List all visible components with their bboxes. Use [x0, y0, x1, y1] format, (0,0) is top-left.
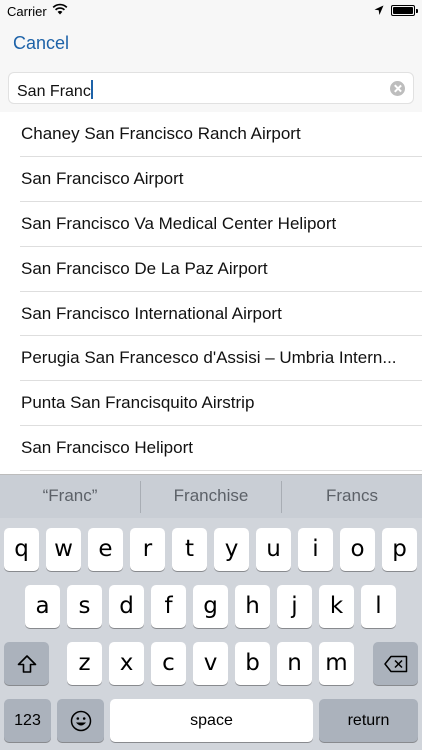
- key-d[interactable]: d: [109, 585, 144, 628]
- result-label: Perugia San Francesco d'Assisi – Umbria …: [21, 348, 397, 368]
- key-i[interactable]: i: [298, 528, 333, 571]
- suggestion-quoted[interactable]: “Franc”: [0, 475, 140, 519]
- key-h[interactable]: h: [235, 585, 270, 628]
- wifi-icon: [52, 3, 68, 18]
- suggestion-francs[interactable]: Francs: [282, 475, 422, 519]
- emoji-icon: [70, 710, 91, 731]
- carrier-label: Carrier: [7, 4, 47, 19]
- key-t[interactable]: t: [172, 528, 207, 571]
- key-f[interactable]: f: [151, 585, 186, 628]
- key-l[interactable]: l: [361, 585, 396, 628]
- key-z[interactable]: z: [67, 642, 102, 685]
- key-c[interactable]: c: [151, 642, 186, 685]
- result-item[interactable]: San Francisco International Airport: [20, 292, 422, 337]
- result-label: Punta San Francisquito Airstrip: [21, 393, 255, 413]
- delete-icon: [383, 655, 407, 672]
- result-label: San Francisco Airport: [21, 168, 184, 188]
- result-item[interactable]: San Francisco Airport: [20, 157, 422, 202]
- key-x[interactable]: x: [109, 642, 144, 685]
- result-item[interactable]: San Francisco Heliport: [20, 426, 422, 472]
- result-label: San Francisco Va Medical Center Heliport: [21, 213, 337, 233]
- numbers-key[interactable]: 123: [4, 699, 51, 742]
- result-label: San Francisco International Airport: [21, 303, 282, 323]
- key-w[interactable]: w: [46, 528, 81, 571]
- key-o[interactable]: o: [340, 528, 375, 571]
- key-e[interactable]: e: [88, 528, 123, 571]
- result-item[interactable]: Punta San Francisquito Airstrip: [20, 381, 422, 427]
- key-y[interactable]: y: [214, 528, 249, 571]
- text-caret: [90, 80, 93, 99]
- key-s[interactable]: s: [67, 585, 102, 628]
- result-label: San Francisco Heliport: [21, 438, 193, 458]
- result-label: Chaney San Francisco Ranch Airport: [21, 124, 301, 143]
- key-g[interactable]: g: [193, 585, 228, 628]
- location-arrow-icon: [374, 4, 384, 19]
- result-item[interactable]: San Francisco Va Medical Center Heliport: [20, 202, 422, 247]
- suggestion-bar: “Franc” Franchise Francs: [0, 474, 422, 518]
- key-a[interactable]: a: [25, 585, 60, 628]
- status-bar: Carrier: [0, 0, 422, 22]
- keyboard: “Franc” Franchise Francs q w e r t y u i…: [0, 474, 422, 750]
- cancel-button[interactable]: Cancel: [13, 33, 69, 54]
- search-field[interactable]: San Franc: [8, 72, 414, 104]
- delete-key[interactable]: [373, 642, 418, 685]
- space-key[interactable]: space: [110, 699, 313, 742]
- search-value: San Franc: [17, 83, 91, 100]
- key-q[interactable]: q: [4, 528, 39, 571]
- shift-key[interactable]: [4, 642, 49, 685]
- return-key[interactable]: return: [319, 699, 418, 742]
- shift-icon: [17, 654, 36, 673]
- key-v[interactable]: v: [193, 642, 228, 685]
- key-n[interactable]: n: [277, 642, 312, 685]
- search-input[interactable]: San Franc: [17, 80, 93, 101]
- key-p[interactable]: p: [382, 528, 417, 571]
- result-label: San Francisco De La Paz Airport: [21, 258, 268, 278]
- key-r[interactable]: r: [130, 528, 165, 571]
- battery-icon: [391, 5, 418, 16]
- result-item[interactable]: Perugia San Francesco d'Assisi – Umbria …: [20, 336, 422, 382]
- result-item[interactable]: Chaney San Francisco Ranch Airport: [20, 112, 422, 157]
- results-list: Chaney San Francisco Ranch Airport San F…: [0, 112, 422, 474]
- key-m[interactable]: m: [319, 642, 354, 685]
- key-j[interactable]: j: [277, 585, 312, 628]
- key-b[interactable]: b: [235, 642, 270, 685]
- clear-icon[interactable]: [390, 81, 405, 96]
- key-u[interactable]: u: [256, 528, 291, 571]
- nav-bar: Cancel: [0, 22, 422, 66]
- emoji-key[interactable]: [57, 699, 104, 742]
- result-item[interactable]: San Francisco De La Paz Airport: [20, 247, 422, 292]
- suggestion-franchise[interactable]: Franchise: [141, 475, 281, 519]
- key-k[interactable]: k: [319, 585, 354, 628]
